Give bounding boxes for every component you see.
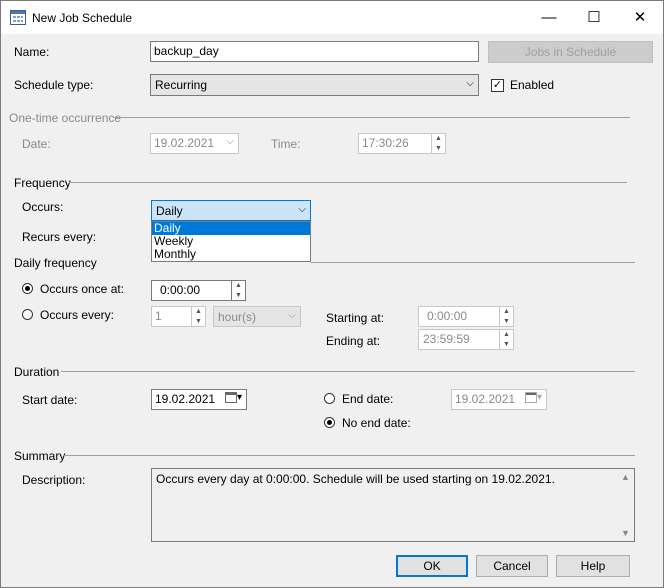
frequency-group-label: Frequency	[14, 176, 71, 190]
name-label: Name:	[14, 45, 50, 59]
end-date-label: End date:	[342, 392, 394, 406]
enabled-label: Enabled	[510, 78, 555, 92]
window-title: New Job Schedule	[32, 11, 133, 25]
divider	[311, 262, 635, 263]
ok-button[interactable]: OK	[396, 555, 468, 577]
date-label: Date:	[22, 137, 51, 151]
daily-frequency-group-label: Daily frequency	[14, 256, 97, 270]
recurs-every-label: Recurs every:	[22, 230, 97, 244]
close-icon: ✕	[633, 9, 647, 26]
occurs-once-time-spinner[interactable]: 0:00:00 ▲ ▼	[151, 280, 246, 301]
chevron-down-icon: ⌵	[288, 310, 296, 321]
minimize-icon: —	[541, 9, 557, 26]
spinner-icon[interactable]: ▲ ▼	[499, 307, 513, 326]
one-time-date-value: 19.02.2021	[154, 136, 215, 150]
divider	[61, 371, 635, 372]
summary-group-label: Summary	[14, 449, 66, 463]
divider	[113, 117, 630, 118]
schedule-grid-icon	[10, 10, 26, 25]
scroll-down-icon[interactable]: ▼	[617, 528, 634, 538]
enabled-checkbox[interactable]: ✓	[491, 79, 504, 92]
help-button[interactable]: Help	[556, 555, 630, 577]
minimize-button[interactable]: —	[526, 1, 572, 34]
occurs-every-value: 1	[155, 309, 162, 323]
cancel-button[interactable]: Cancel	[476, 555, 548, 577]
duration-group-label: Duration	[14, 365, 60, 379]
list-item[interactable]: Monthly	[152, 248, 310, 261]
occurs-once-radio[interactable]	[22, 283, 33, 294]
end-date-radio[interactable]	[324, 393, 335, 404]
occurs-every-number-spinner[interactable]: 1 ▲ ▼	[151, 306, 206, 327]
maximize-icon: ☐	[587, 9, 601, 26]
occurs-every-unit-select[interactable]: hour(s) ⌵	[213, 306, 301, 327]
start-date-value: 19.02.2021	[155, 392, 216, 406]
calendar-icon	[224, 392, 237, 403]
occurs-select[interactable]: Daily ⌵	[151, 200, 311, 221]
description-textarea[interactable]: Occurs every day at 0:00:00. Schedule wi…	[151, 468, 635, 542]
schedule-type-select[interactable]: Recurring ⌵	[150, 74, 479, 96]
description-text: Occurs every day at 0:00:00. Schedule wi…	[156, 472, 555, 486]
chevron-down-icon: ⌵	[298, 204, 306, 215]
spinner-icon[interactable]: ▲ ▼	[499, 330, 513, 349]
occurs-once-label: Occurs once at:	[40, 282, 125, 296]
no-end-date-radio[interactable]	[324, 417, 335, 428]
ending-at-label: Ending at:	[326, 334, 381, 348]
title-bar[interactable]: New Job Schedule — ☐ ✕	[1, 1, 663, 34]
occurs-value: Daily	[156, 204, 183, 218]
starting-at-value: 0:00:00	[427, 309, 468, 323]
occurs-dropdown-list[interactable]: Daily Weekly Monthly	[151, 221, 311, 262]
jobs-in-schedule-button[interactable]: Jobs in Schedule	[488, 41, 653, 63]
occurs-label: Occurs:	[22, 200, 64, 214]
no-end-date-label: No end date:	[342, 416, 411, 430]
one-time-group-label: One-time occurrence	[9, 111, 122, 125]
one-time-date-picker[interactable]: 19.02.2021 ⌵	[150, 133, 239, 154]
vertical-scrollbar[interactable]: ▲ ▼	[617, 469, 634, 541]
start-date-picker[interactable]: 19.02.2021 ▾	[151, 389, 247, 410]
end-date-picker[interactable]: 19.02.2021 ▾	[451, 389, 547, 410]
schedule-type-value: Recurring	[155, 78, 208, 92]
one-time-time-value: 17:30:26	[362, 136, 409, 150]
time-label: Time:	[271, 137, 301, 151]
occurs-every-unit-value: hour(s)	[218, 310, 257, 324]
dialog-window: New Job Schedule — ☐ ✕ Name: backup_day …	[0, 0, 664, 588]
schedule-type-label: Schedule type:	[14, 78, 94, 92]
calendar-icon	[524, 392, 537, 403]
divider	[69, 182, 627, 183]
scroll-up-icon[interactable]: ▲	[617, 472, 634, 482]
description-label: Description:	[22, 473, 86, 487]
spinner-icon[interactable]: ▲ ▼	[231, 281, 245, 300]
close-button[interactable]: ✕	[617, 1, 663, 34]
name-input[interactable]: backup_day	[150, 41, 479, 62]
chevron-down-icon: ⌵	[226, 136, 234, 147]
occurs-every-radio[interactable]	[22, 309, 33, 320]
occurs-once-time-value: 0:00:00	[160, 283, 201, 297]
one-time-time-spinner[interactable]: 17:30:26 ▲ ▼	[358, 133, 446, 154]
starting-at-spinner[interactable]: 0:00:00 ▲ ▼	[418, 306, 514, 327]
spinner-icon[interactable]: ▲ ▼	[431, 134, 445, 153]
ending-at-spinner[interactable]: 23:59:59 ▲ ▼	[418, 329, 514, 350]
starting-at-label: Starting at:	[326, 311, 385, 325]
end-date-value: 19.02.2021	[455, 392, 516, 406]
occurs-every-label: Occurs every:	[40, 308, 115, 322]
ending-at-value: 23:59:59	[423, 332, 470, 346]
start-date-label: Start date:	[22, 393, 78, 407]
divider	[63, 455, 635, 456]
chevron-down-icon: ⌵	[466, 78, 474, 89]
spinner-icon[interactable]: ▲ ▼	[191, 307, 205, 326]
maximize-button[interactable]: ☐	[571, 1, 617, 34]
